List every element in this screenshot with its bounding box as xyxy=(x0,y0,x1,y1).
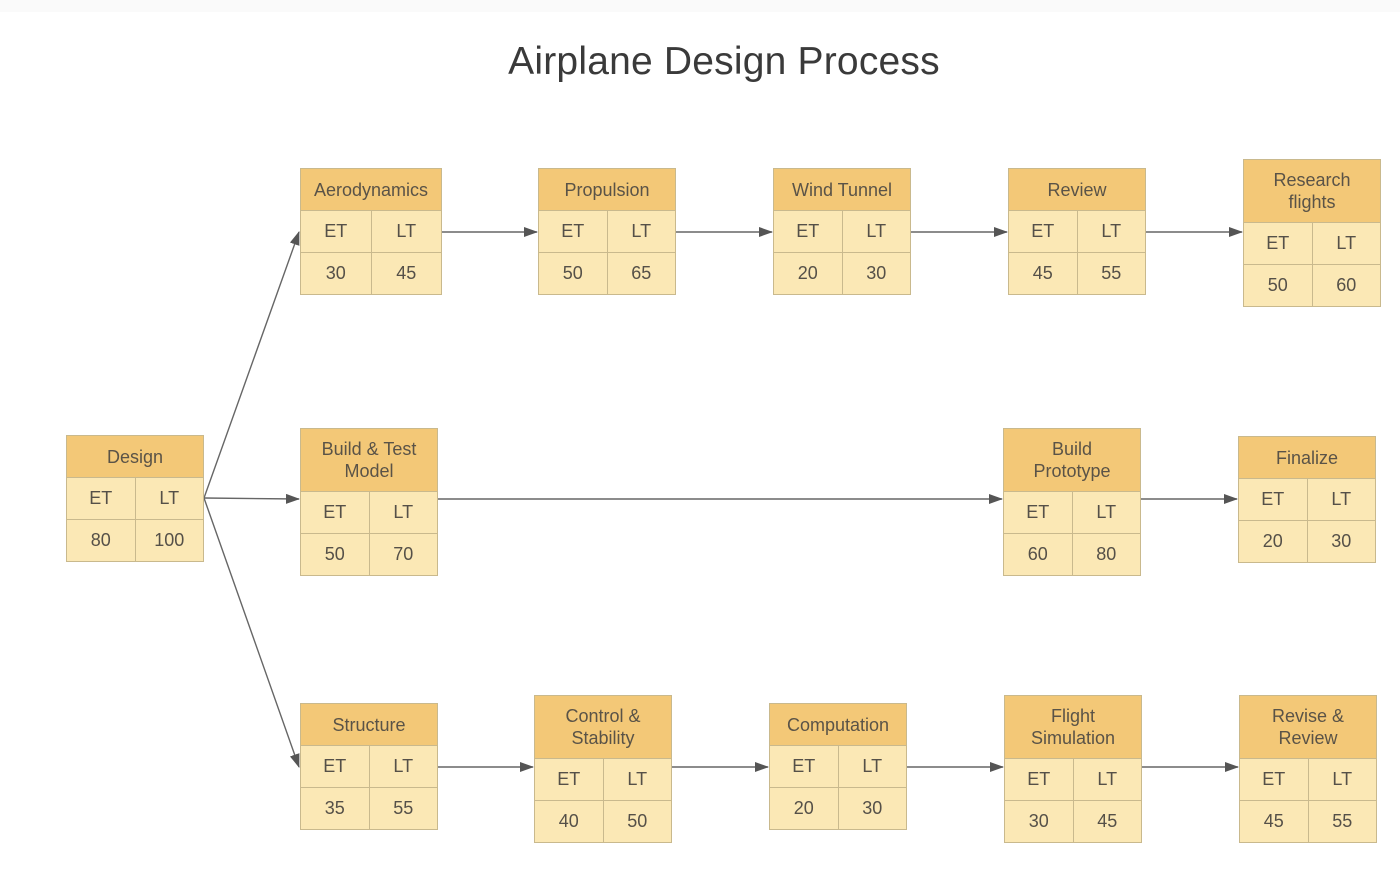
node-title: Control & Stability xyxy=(535,696,671,759)
node-title: Flight Simulation xyxy=(1005,696,1141,759)
node-title: Build & Test Model xyxy=(301,429,437,492)
et-label: ET xyxy=(770,746,839,787)
lt-label: LT xyxy=(159,488,180,508)
et-value: 80 xyxy=(67,520,136,561)
et-label: ET xyxy=(1009,211,1078,252)
lt-label: LT xyxy=(1336,233,1357,253)
node-title: Finalize xyxy=(1239,437,1375,479)
lt-value: 30 xyxy=(1331,531,1352,551)
lt-value: 60 xyxy=(1336,275,1357,295)
node-build-test-model[interactable]: Build & Test Model ET LT 50 70 xyxy=(300,428,438,576)
edge-design-build-test-model xyxy=(203,493,300,504)
lt-value: 100 xyxy=(154,530,185,550)
node-title: Revise & Review xyxy=(1240,696,1376,759)
et-label: ET xyxy=(1004,492,1073,533)
node-title: Wind Tunnel xyxy=(774,169,910,211)
et-value: 20 xyxy=(770,788,839,829)
lt-value: 55 xyxy=(393,798,414,818)
et-label: ET xyxy=(539,211,608,252)
lt-label: LT xyxy=(1097,769,1118,789)
node-title: Review xyxy=(1009,169,1145,211)
node-finalize[interactable]: Finalize ET LT 20 30 xyxy=(1238,436,1376,563)
et-label: ET xyxy=(1239,479,1308,520)
node-title: Propulsion xyxy=(539,169,675,211)
et-value: 20 xyxy=(1239,521,1308,562)
et-label: ET xyxy=(1005,759,1074,800)
lt-label: LT xyxy=(1096,502,1117,522)
node-structure[interactable]: Structure ET LT 35 55 xyxy=(300,703,438,830)
et-value: 45 xyxy=(1009,253,1078,294)
node-control-stability[interactable]: Control & Stability ET LT 40 50 xyxy=(534,695,672,843)
node-wind-tunnel[interactable]: Wind Tunnel ET LT 20 30 xyxy=(773,168,911,295)
node-review[interactable]: Review ET LT 45 55 xyxy=(1008,168,1146,295)
lt-value: 45 xyxy=(1097,811,1118,831)
et-value: 60 xyxy=(1004,534,1073,575)
node-title: Computation xyxy=(770,704,906,746)
et-value: 30 xyxy=(301,253,372,294)
node-title: Structure xyxy=(301,704,437,746)
lt-label: LT xyxy=(866,221,887,241)
lt-value: 30 xyxy=(866,263,887,283)
et-label: ET xyxy=(1240,759,1309,800)
lt-value: 65 xyxy=(631,263,652,283)
et-label: ET xyxy=(301,492,370,533)
lt-value: 55 xyxy=(1101,263,1122,283)
et-value: 20 xyxy=(774,253,843,294)
node-computation[interactable]: Computation ET LT 20 30 xyxy=(769,703,907,830)
lt-label: LT xyxy=(862,756,883,776)
lt-value: 30 xyxy=(862,798,883,818)
lt-label: LT xyxy=(396,221,417,241)
et-label: ET xyxy=(301,746,370,787)
lt-value: 70 xyxy=(393,544,414,564)
edge-design-structure xyxy=(203,497,300,768)
et-value: 30 xyxy=(1005,801,1074,842)
et-label: ET xyxy=(1244,223,1313,264)
lt-label: LT xyxy=(1331,489,1352,509)
lt-label: LT xyxy=(631,221,652,241)
edge-design-aerodynamics xyxy=(203,231,300,499)
node-propulsion[interactable]: Propulsion ET LT 50 65 xyxy=(538,168,676,295)
lt-label: LT xyxy=(393,502,414,522)
et-value: 50 xyxy=(301,534,370,575)
et-value: 40 xyxy=(535,801,604,842)
node-revise-review[interactable]: Revise & Review ET LT 45 55 xyxy=(1239,695,1377,843)
node-title: Research flights xyxy=(1244,160,1380,223)
et-value: 50 xyxy=(1244,265,1313,306)
lt-label: LT xyxy=(627,769,648,789)
et-value: 50 xyxy=(539,253,608,294)
edges-layer xyxy=(203,227,1243,772)
lt-value: 80 xyxy=(1096,544,1117,564)
node-title: Aerodynamics xyxy=(301,169,441,211)
et-value: 45 xyxy=(1240,801,1309,842)
lt-label: LT xyxy=(393,756,414,776)
lt-value: 55 xyxy=(1332,811,1353,831)
lt-value: 45 xyxy=(396,263,417,283)
lt-value: 50 xyxy=(627,811,648,831)
node-title: Build Prototype xyxy=(1004,429,1140,492)
node-research-flights[interactable]: Research flights ET LT 50 60 xyxy=(1243,159,1381,307)
et-label: ET xyxy=(301,211,372,252)
et-label: ET xyxy=(67,478,136,519)
et-value: 35 xyxy=(301,788,370,829)
node-build-prototype[interactable]: Build Prototype ET LT 60 80 xyxy=(1003,428,1141,576)
node-aerodynamics[interactable]: Aerodynamics ET LT 30 45 xyxy=(300,168,442,295)
node-design[interactable]: Design ET LT 80 100 xyxy=(66,435,204,562)
lt-label: LT xyxy=(1101,221,1122,241)
lt-label: LT xyxy=(1332,769,1353,789)
node-title: Design xyxy=(67,436,203,478)
et-label: ET xyxy=(774,211,843,252)
node-flight-simulation[interactable]: Flight Simulation ET LT 30 45 xyxy=(1004,695,1142,843)
et-label: ET xyxy=(535,759,604,800)
